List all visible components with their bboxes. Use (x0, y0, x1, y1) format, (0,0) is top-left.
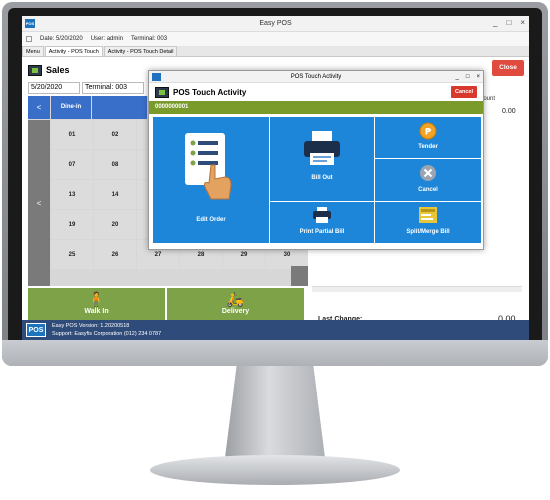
close-dialog-button[interactable]: × (476, 71, 480, 83)
sales-title: Sales (46, 65, 70, 75)
partial-print-icon (313, 207, 331, 223)
edit-order-icon (185, 133, 232, 200)
table-group-tab[interactable] (92, 96, 147, 119)
delivery-label: Delivery (221, 308, 250, 315)
table-button[interactable]: 25 (51, 240, 93, 269)
toggle-checkbox[interactable] (26, 36, 32, 42)
table-button[interactable]: 07 (51, 150, 93, 179)
maximize-button[interactable]: □ (506, 18, 511, 27)
amount-value: 0.00 (502, 108, 516, 115)
table-button[interactable]: 14 (94, 180, 136, 209)
delivery-icon: 🛵 (226, 291, 245, 307)
minimize-button[interactable]: _ (493, 18, 497, 27)
print-partial-bill-tile[interactable]: Print Partial Bill (270, 202, 374, 243)
terminal-select[interactable]: Terminal: 003 (82, 82, 144, 94)
split-merge-bill-label: Split/Merge Bill (406, 229, 450, 235)
next-tables-button[interactable] (291, 266, 308, 286)
status-bar: POS Easy POS Version: 1.20200518 Support… (22, 320, 529, 340)
printer-icon (304, 131, 340, 165)
print-partial-bill-label: Print Partial Bill (299, 229, 345, 235)
screen: POS Easy POS _ □ × Date: 5/20/2020 User:… (22, 16, 529, 340)
dialog-header: POS Touch Activity (173, 87, 247, 97)
table-button[interactable]: 26 (94, 240, 136, 269)
cancel-tile[interactable]: Cancel (375, 159, 481, 201)
version-text: Easy POS Version: 1.20200518 (52, 323, 130, 329)
tab-activity-pos-touch[interactable]: Activity - POS Touch (44, 46, 103, 56)
monitor-base (150, 455, 400, 485)
pos-terminal-icon (155, 86, 169, 98)
svg-text:₱: ₱ (425, 128, 432, 138)
prev-page-button[interactable]: < (28, 96, 50, 119)
tab-activity-pos-touch-detail[interactable]: Activity - POS Touch Detail (103, 46, 178, 56)
table-button[interactable]: 01 (51, 120, 93, 149)
tab-menu[interactable]: Menu (22, 46, 44, 56)
pos-touch-activity-dialog: POS Touch Activity _ □ × POS Touch Activ… (148, 70, 484, 250)
dialog-cancel-button[interactable]: Cancel (451, 86, 477, 98)
cancel-icon (420, 165, 436, 181)
pos-terminal-icon (28, 64, 42, 76)
horizontal-scrollbar[interactable] (312, 286, 522, 292)
info-terminal: Terminal: 003 (131, 36, 168, 42)
close-button[interactable]: Close (492, 60, 524, 76)
table-button[interactable]: 13 (51, 180, 93, 209)
walk-in-label: Walk In (84, 308, 109, 315)
date-picker[interactable]: 5/20/2020 (28, 82, 80, 94)
info-date: Date: 5/20/2020 (40, 36, 83, 42)
dialog-title-bar: POS Touch Activity _ □ × (149, 71, 483, 83)
coin-icon: ₱ (419, 122, 437, 140)
window-title: Easy POS (259, 20, 292, 27)
app-icon (152, 73, 161, 81)
tender-label: Tender (418, 144, 438, 150)
bill-out-tile[interactable]: Bill Out (270, 117, 374, 201)
table-button[interactable]: 20 (94, 210, 136, 239)
tender-tile[interactable]: ₱ Tender (375, 117, 481, 158)
sales-header: Sales (28, 62, 70, 78)
table-button[interactable]: 19 (51, 210, 93, 239)
table-button[interactable]: 02 (94, 120, 136, 149)
bill-icon (419, 207, 437, 223)
pos-logo: POS (26, 323, 46, 337)
maximize-button[interactable]: □ (466, 71, 470, 83)
tab-dine-in[interactable]: Dine-in (51, 96, 91, 119)
cancel-label: Cancel (418, 187, 438, 193)
edit-order-label: Edit Order (196, 217, 226, 223)
split-merge-bill-tile[interactable]: Split/Merge Bill (375, 202, 481, 243)
table-button[interactable]: 08 (94, 150, 136, 179)
monitor-chin (2, 340, 548, 366)
prev-tables-button[interactable]: < (28, 120, 50, 286)
walk-in-icon: 🧍 (87, 291, 106, 307)
info-user: User: admin (90, 36, 124, 42)
monitor-stand (224, 366, 326, 461)
title-bar: POS Easy POS _ □ × (22, 16, 529, 32)
tab-bar: Menu Activity - POS Touch Activity - POS… (22, 46, 529, 57)
close-window-button[interactable]: × (520, 18, 525, 27)
support-text: Support: Easyfis Corporation (012) 234 0… (52, 331, 162, 337)
info-bar: Date: 5/20/2020 User: admin Terminal: 00… (22, 32, 529, 46)
edit-order-tile[interactable]: Edit Order (153, 117, 269, 243)
bill-out-label: Bill Out (311, 175, 333, 181)
minimize-button[interactable]: _ (456, 71, 459, 83)
order-number: 0000000001 (149, 101, 483, 114)
dialog-title: POS Touch Activity (290, 74, 342, 80)
